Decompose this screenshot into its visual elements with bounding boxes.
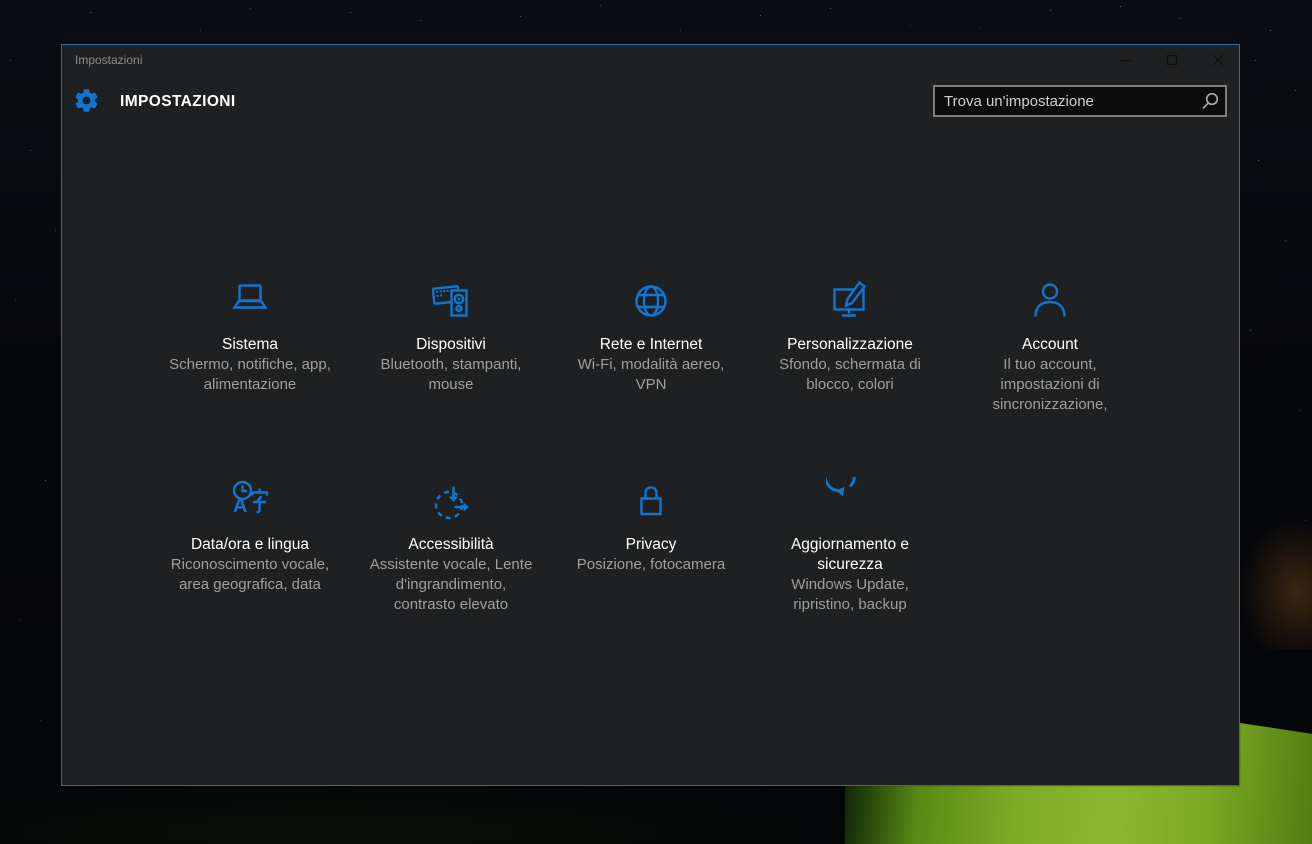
user-icon	[1026, 277, 1074, 325]
horizon-glow	[1240, 520, 1312, 650]
category-subtitle: Il tuo account, impostazioni di sincroni…	[992, 355, 1107, 415]
category-subtitle: Wi-Fi, modalità aereo, VPN	[578, 355, 725, 395]
globe-icon	[627, 277, 675, 325]
privacy-lock-icon	[627, 477, 675, 525]
category-subtitle: Bluetooth, stampanti, mouse	[381, 355, 522, 395]
titlebar[interactable]: Impostazioni	[62, 45, 1239, 76]
maximize-button[interactable]	[1149, 45, 1195, 75]
maximize-icon	[1149, 45, 1195, 75]
category-tile-dispositivi[interactable]: Dispositivi Bluetooth, stampanti, mouse	[346, 277, 556, 395]
category-title: Account	[1022, 335, 1078, 355]
ease-of-access-icon	[427, 477, 475, 525]
category-tile-sistema[interactable]: Sistema Schermo, notifiche, app, aliment…	[145, 277, 355, 395]
category-title: Rete e Internet	[600, 335, 703, 355]
personalization-icon	[826, 277, 874, 325]
minimize-button[interactable]	[1103, 45, 1149, 75]
category-subtitle: Schermo, notifiche, app, alimentazione	[169, 355, 331, 395]
update-refresh-icon	[826, 477, 874, 525]
category-subtitle: Riconoscimento vocale, area geografica, …	[171, 555, 329, 595]
category-title: Sistema	[222, 335, 278, 355]
minimize-icon	[1103, 45, 1149, 75]
gear-icon	[73, 87, 100, 114]
category-tile-accessibilita[interactable]: Accessibilità Assistente vocale, Lente d…	[346, 477, 556, 615]
settings-window: Impostazioni IMPOSTAZIONI Sistema Scherm…	[61, 44, 1240, 786]
category-title: Accessibilità	[408, 535, 493, 555]
category-subtitle: Windows Update, ripristino, backup	[791, 575, 909, 615]
category-subtitle: Sfondo, schermata di blocco, colori	[779, 355, 921, 395]
category-title: Data/ora e lingua	[191, 535, 309, 555]
category-subtitle: Assistente vocale, Lente d'ingrandimento…	[370, 555, 533, 615]
category-title: Privacy	[626, 535, 677, 555]
category-tile-aggiornamento-sicurezza[interactable]: Aggiornamento e sicurezza Windows Update…	[745, 477, 955, 615]
page-title: IMPOSTAZIONI	[120, 93, 236, 111]
category-title: Personalizzazione	[787, 335, 913, 355]
devices-icon	[427, 277, 475, 325]
category-title: Dispositivi	[416, 335, 486, 355]
category-tile-rete-internet[interactable]: Rete e Internet Wi-Fi, modalità aereo, V…	[546, 277, 756, 395]
svg-text:A: A	[233, 495, 247, 517]
laptop-icon	[226, 277, 274, 325]
close-button[interactable]	[1195, 45, 1241, 75]
search-input[interactable]	[933, 85, 1227, 117]
ground-shadow	[0, 786, 850, 844]
starfield	[0, 0, 1, 1]
close-icon	[1195, 45, 1241, 75]
category-subtitle: Posizione, fotocamera	[577, 555, 725, 575]
category-tile-personalizzazione[interactable]: Personalizzazione Sfondo, schermata di b…	[745, 277, 955, 395]
window-title: Impostazioni	[75, 53, 142, 67]
category-title: Aggiornamento e sicurezza	[791, 535, 909, 575]
category-tile-account[interactable]: Account Il tuo account, impostazioni di …	[945, 277, 1155, 415]
time-language-icon: A	[226, 477, 274, 525]
category-tile-privacy[interactable]: Privacy Posizione, fotocamera	[546, 477, 756, 575]
category-tile-data-ora-lingua[interactable]: A Data/ora e lingua Riconoscimento vocal…	[145, 477, 355, 595]
